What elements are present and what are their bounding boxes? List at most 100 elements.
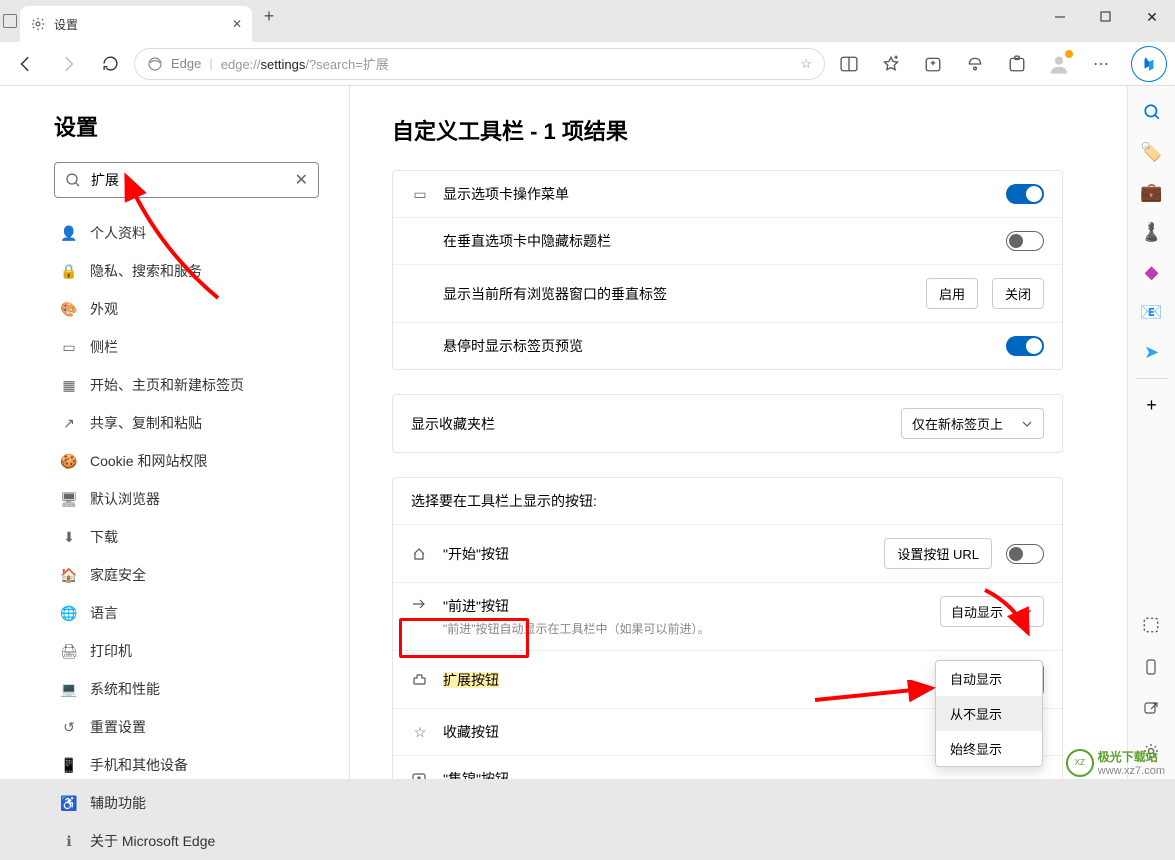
split-screen-icon[interactable] (831, 46, 867, 82)
enable-button[interactable]: 启用 (926, 278, 978, 309)
tab-actions-icon[interactable] (0, 0, 20, 42)
window-maximize[interactable] (1083, 0, 1129, 34)
sidebar-nav-item[interactable]: ♿ 辅助功能 (54, 784, 319, 822)
favorites-bar-dropdown[interactable]: 仅在新标签页上 (901, 408, 1044, 439)
performance-icon[interactable] (957, 46, 993, 82)
screenshot-icon[interactable] (1133, 607, 1169, 643)
mobile-icon[interactable] (1133, 649, 1169, 685)
sidebar-nav-item[interactable]: ℹ关于 Microsoft Edge (54, 822, 319, 860)
sidebar-add-icon[interactable]: + (1134, 387, 1170, 423)
nav-icon: ♿ (60, 795, 78, 812)
chevron-down-icon (1021, 606, 1033, 618)
search-input-container[interactable]: ✕ (54, 162, 319, 198)
extensions-row-icon (411, 672, 429, 688)
nav-icon: 🖨 (60, 643, 78, 660)
search-input[interactable] (91, 172, 285, 188)
refresh-button[interactable] (92, 46, 128, 82)
nav-icon: ▭ (60, 339, 78, 356)
copilot-icon[interactable] (1131, 46, 1167, 82)
nav-label: 辅助功能 (90, 793, 146, 813)
extensions-icon[interactable] (999, 46, 1035, 82)
nav-label: 系统和性能 (90, 679, 160, 699)
favorite-icon[interactable]: ☆ (800, 56, 812, 72)
share-icon[interactable] (1133, 691, 1169, 727)
browser-tab[interactable]: 设置 ✕ (20, 6, 252, 42)
nav-label: 共享、复制和粘贴 (90, 413, 202, 433)
sidebar-nav-item[interactable]: ↺ 重置设置 (54, 708, 319, 746)
nav-label: 下载 (90, 527, 118, 547)
sidebar-nav-item[interactable]: 🎨外观 (54, 290, 319, 328)
window-close[interactable]: ✕ (1129, 0, 1175, 34)
sidebar-m365-icon[interactable]: ◆ (1134, 254, 1170, 290)
sidebar-nav-item[interactable]: ▭侧栏 (54, 328, 319, 366)
toggle-hide-titlebar[interactable] (1006, 231, 1044, 251)
window-minimize[interactable] (1037, 0, 1083, 34)
sidebar-nav-item[interactable]: 📱 手机和其他设备 (54, 746, 319, 784)
tab-close-icon[interactable]: ✕ (232, 17, 242, 31)
sidebar-nav-item[interactable]: 💻系统和性能 (54, 670, 319, 708)
forward-dropdown[interactable]: 自动显示 (940, 596, 1044, 627)
collections-icon[interactable] (915, 46, 951, 82)
sidebar-games-icon[interactable]: ♟️ (1134, 214, 1170, 250)
nav-icon: 🎨 (60, 301, 78, 318)
sidebar-search-icon[interactable] (1134, 94, 1170, 130)
gear-icon (30, 16, 46, 32)
nav-icon: ⬇ (60, 529, 78, 546)
sidebar-nav-item[interactable]: 🖥默认浏览器 (54, 480, 319, 518)
nav-icon: 🖥 (60, 491, 78, 508)
page-heading: 自定义工具栏 - 1 项结果 (392, 114, 1063, 146)
home-icon (411, 546, 429, 562)
row-subtitle: "前进"按钮自动显示在工具栏中（如果可以前进）。 (443, 620, 926, 637)
row-label: 显示当前所有浏览器窗口的垂直标签 (411, 284, 912, 304)
toggle-tab-actions[interactable] (1006, 184, 1044, 204)
sidebar-nav-item[interactable]: 🏠 家庭安全 (54, 556, 319, 594)
row-label: 显示选项卡操作菜单 (443, 184, 992, 204)
section-title: 选择要在工具栏上显示的按钮: (411, 491, 1044, 511)
nav-icon: 🌐 (60, 605, 78, 622)
row-label: "集锦"按钮 (443, 769, 1044, 779)
sidebar-tools-icon[interactable]: 💼 (1134, 174, 1170, 210)
nav-icon: 🍪 (60, 453, 78, 470)
set-url-button[interactable]: 设置按钮 URL (884, 538, 992, 569)
dropdown-menu[interactable]: 自动显示从不显示始终显示 (935, 660, 1043, 767)
nav-icon: 🔒 (60, 263, 78, 280)
dropdown-option[interactable]: 始终显示 (936, 731, 1042, 766)
nav-label: 开始、主页和新建标签页 (90, 375, 244, 395)
nav-label: 打印机 (90, 641, 132, 661)
sidebar-outlook-icon[interactable]: 📧 (1134, 294, 1170, 330)
address-bar[interactable]: Edge | edge://settings/?search=扩展 ☆ (134, 48, 825, 80)
nav-label: 重置设置 (90, 717, 146, 737)
row-label: "开始"按钮 (443, 544, 870, 564)
nav-label: 家庭安全 (90, 565, 146, 585)
sidebar-nav-item[interactable]: ↗共享、复制和粘贴 (54, 404, 319, 442)
sidebar-nav-item[interactable]: 🌐语言 (54, 594, 319, 632)
forward-button (50, 46, 86, 82)
clear-search-icon[interactable]: ✕ (295, 170, 308, 190)
sidebar-shopping-icon[interactable]: 🏷️ (1134, 134, 1170, 170)
sidebar-nav-item[interactable]: 👤个人资料 (54, 214, 319, 252)
toggle-home-button[interactable] (1006, 544, 1044, 564)
tab-title: 设置 (54, 16, 78, 33)
nav-label: 手机和其他设备 (90, 755, 188, 775)
sidebar-nav-item[interactable]: 🔒隐私、搜索和服务 (54, 252, 319, 290)
row-label: 显示收藏夹栏 (411, 414, 887, 434)
nav-icon: ↺ (60, 719, 78, 736)
sidebar-nav-item[interactable]: ⬇ 下载 (54, 518, 319, 556)
sidebar-telegram-icon[interactable]: ➤ (1134, 334, 1170, 370)
nav-icon: 📱 (60, 757, 78, 774)
favorites-icon[interactable] (873, 46, 909, 82)
row-label: 悬停时显示标签页预览 (411, 336, 992, 356)
more-icon[interactable]: ⋯ (1083, 46, 1119, 82)
new-tab-button[interactable]: + (252, 6, 286, 27)
sidebar-nav-item[interactable]: 🍪Cookie 和网站权限 (54, 442, 319, 480)
settings-title: 设置 (54, 110, 319, 142)
back-button[interactable] (8, 46, 44, 82)
row-label: 在垂直选项卡中隐藏标题栏 (411, 231, 992, 251)
dropdown-option[interactable]: 从不显示 (936, 696, 1042, 731)
nav-icon: 🏠 (60, 567, 78, 584)
toggle-hover-preview[interactable] (1006, 336, 1044, 356)
dropdown-option[interactable]: 自动显示 (936, 661, 1042, 696)
sidebar-nav-item[interactable]: ▦开始、主页和新建标签页 (54, 366, 319, 404)
profile-icon[interactable] (1041, 46, 1077, 82)
sidebar-nav-item[interactable]: 🖨 打印机 (54, 632, 319, 670)
